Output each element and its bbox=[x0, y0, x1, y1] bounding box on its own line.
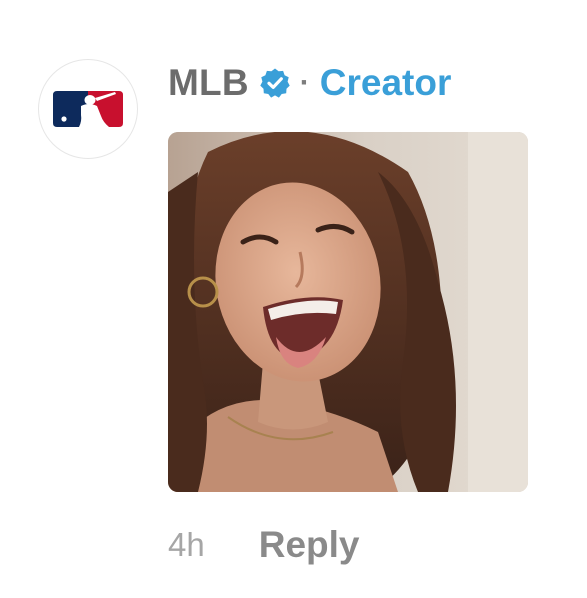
comment-photo[interactable] bbox=[168, 132, 528, 492]
separator-dot: · bbox=[299, 66, 310, 99]
mlb-logo-icon bbox=[51, 89, 125, 129]
verified-badge-icon bbox=[259, 67, 291, 99]
author-avatar[interactable] bbox=[38, 59, 138, 159]
comment-item: MLB · Creator 4h Reply bbox=[0, 0, 587, 598]
reply-button[interactable]: Reply bbox=[259, 524, 360, 566]
comment-timestamp: 4h bbox=[168, 526, 205, 563]
creator-label: Creator bbox=[319, 62, 452, 103]
comment-footer: 4h Reply bbox=[168, 522, 359, 568]
comment-header: MLB · Creator bbox=[168, 58, 451, 108]
author-name[interactable]: MLB bbox=[168, 62, 249, 104]
